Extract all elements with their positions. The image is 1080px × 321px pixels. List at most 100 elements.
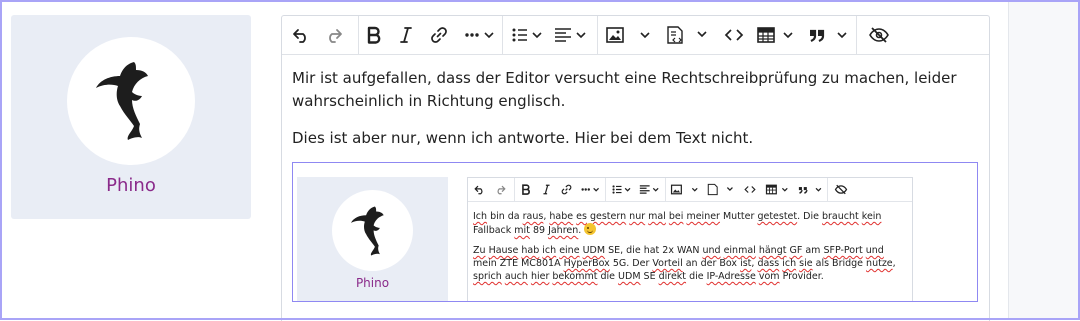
avatar[interactable] [67,37,195,165]
redo-icon [329,29,342,43]
blockquote-icon [810,29,847,42]
editor-content[interactable]: Mir ist aufgefallen, dass der Editor ver… [292,67,982,150]
redo-icon [492,178,508,201]
text-run: als Bridge [812,258,867,269]
misspelled-word: eine [559,245,580,256]
italic-icon [400,27,412,43]
quoted-author-name: Phino [355,276,390,290]
link-icon [431,27,447,43]
misspelled-word: nur [629,211,646,222]
text-run: . Die [797,211,822,222]
author-name[interactable]: Phino [11,175,251,196]
undo-icon [471,178,487,201]
text-run: , [892,258,896,269]
bold-icon [518,178,534,201]
hide-button[interactable] [864,16,894,54]
misspelled-word: ich [542,245,557,256]
italic-button[interactable] [394,16,418,54]
table-icon [757,27,793,43]
code-button[interactable] [720,16,748,54]
image-icon [606,27,650,43]
table-icon [764,178,790,201]
right-gutter [1008,0,1080,320]
misspelled-word: Ich [473,211,488,222]
hide-icon [869,27,889,43]
insert-template-dropdown[interactable] [665,16,711,54]
align-dropdown[interactable] [552,16,588,54]
text-run: am [802,245,824,256]
blockquote-dropdown[interactable] [807,16,851,54]
misspelled-word: braucht [822,211,859,222]
misspelled-word: sie [799,258,813,269]
misspelled-word: und [865,245,884,256]
bullet-list-icon [512,28,542,42]
toolbar-divider [502,16,503,54]
bold-button[interactable] [362,16,386,54]
misspelled-word: mal [648,211,666,222]
paragraph: Mir ist aufgefallen, dass der Editor ver… [292,69,957,110]
misspelled-word: hab [521,245,540,256]
misspelled-word: HyperBox [563,258,610,269]
quoted-paragraph: Ich bin da raus, habe es gestern nur mal… [473,210,907,237]
misspelled-word: hängt [758,245,787,256]
post-editor[interactable]: Mir ist aufgefallen, dass der Editor ver… [281,15,990,321]
dolphin-icon [96,62,148,140]
text-run: . [578,225,582,236]
redo-button[interactable] [321,16,347,54]
misspelled-word: meiner [686,211,720,222]
text-run: 89 [529,225,549,236]
misspelled-word: bei [668,211,684,222]
toolbar-divider [597,16,598,54]
toolbar-divider [827,178,828,201]
misspelled-word: es [576,211,587,222]
toolbar-divider [665,178,666,201]
misspelled-word: getestet [757,211,798,222]
link-icon [558,178,574,201]
quoted-avatar [332,190,413,271]
misspelled-word: SFP-Port [823,245,863,256]
misspelled-word: vom [758,271,780,282]
misspelled-word: Jahren [548,225,579,236]
more-formatting-icon [465,32,494,39]
insert-template-icon [667,26,707,44]
paragraph: Dies ist aber nur, wenn ich antworte. Hi… [292,129,754,147]
toolbar-divider [856,16,857,54]
align-icon [637,178,661,201]
author-card: Phino [11,15,251,219]
misspelled-word: Hause [488,245,519,256]
image-icon [670,178,700,201]
editor-toolbar [282,16,989,55]
text-run: Fallback [473,225,515,236]
undo-button[interactable] [288,16,314,54]
text-run: die [597,271,619,282]
toolbar-divider [514,178,515,201]
misspelled-word: raus [522,211,544,222]
text-run: Mutter [719,211,758,222]
italic-icon [538,178,554,201]
text-run: Provider. [779,271,824,282]
toolbar-divider [605,178,606,201]
table-dropdown[interactable] [756,16,796,54]
text-run: 5G. Der [609,258,653,269]
quoted-author-card: Phino [297,177,448,301]
bullet-list-dropdown[interactable] [510,16,544,54]
misspelled-word: IP-Adresse [706,271,756,282]
more-formatting-dropdown[interactable] [462,16,496,54]
bullet-list-icon [610,178,632,201]
text-run: SE, die hat 2x WAN [605,245,703,256]
text-run: bin da [487,211,523,222]
quoted-editor-toolbar [468,178,912,202]
misspelled-word: ich [782,258,797,269]
code-icon [724,29,744,41]
undo-icon [293,29,306,43]
image-dropdown[interactable] [604,16,654,54]
text-run: die [686,271,707,282]
embedded-screenshot[interactable]: Phino Ich bin da raus, habe es gestern n… [292,162,978,302]
misspelled-word: direkt [658,271,687,282]
misspelled-word: nutze [866,258,893,269]
misspelled-word: einmal [723,245,756,256]
link-button[interactable] [427,16,451,54]
more-formatting-icon [578,178,602,201]
misspelled-word: dass [757,258,780,269]
misspelled-word: Vorteil [652,258,683,269]
